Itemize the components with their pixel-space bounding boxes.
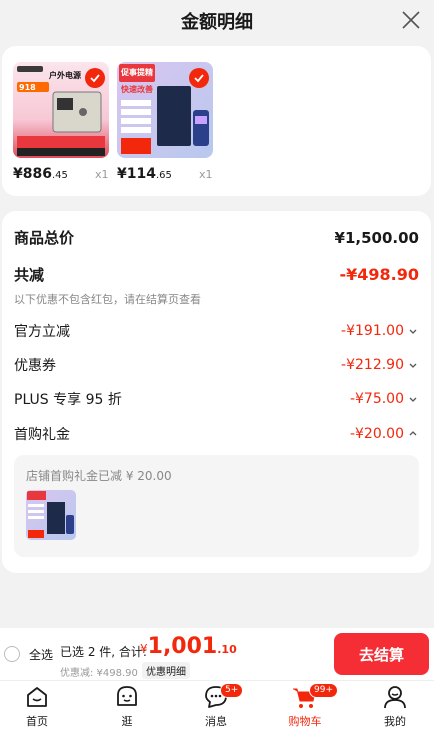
discount-row-coupon[interactable]: 优惠券 -¥212.90	[14, 355, 419, 375]
reduce-note: 以下优惠不包含红包，请在结算页查看	[14, 293, 201, 306]
chevron-down-icon[interactable]	[407, 325, 419, 337]
checkout-total: ¥1,001.10	[140, 634, 237, 659]
discount-value: -¥20.00	[350, 426, 419, 442]
chevron-down-icon[interactable]	[407, 393, 419, 405]
cart-badge: 99+	[309, 683, 338, 698]
reduce-label: 共减	[14, 266, 45, 284]
select-all-label[interactable]: 全选	[29, 646, 53, 663]
tab-messages[interactable]: 5+ 消息	[186, 683, 246, 729]
home-icon	[23, 683, 51, 711]
tab-browse[interactable]: 逛	[97, 683, 157, 729]
header: 金额明细	[0, 0, 434, 42]
discount-row-plus[interactable]: PLUS 专享 95 折 -¥75.00	[14, 389, 419, 409]
price-detail-card: 商品总价 ¥1,500.00 共减 -¥498.90 以下优惠不包含红包，请在结…	[2, 211, 431, 573]
tab-label: 首页	[26, 715, 48, 728]
tab-home[interactable]: 首页	[7, 683, 67, 729]
tab-profile[interactable]: 我的	[365, 683, 425, 729]
selected-check-icon[interactable]	[85, 68, 105, 88]
discount-label: 优惠券	[14, 358, 56, 374]
discount-row-official[interactable]: 官方立减 -¥191.00	[14, 321, 419, 341]
gift-detail-text: 店铺首购礼金已减 ¥ 20.00	[26, 469, 172, 483]
thumb-sub: 快速改善	[121, 84, 153, 94]
tab-label: 购物车	[288, 715, 322, 728]
reduce-value: -¥498.90	[339, 265, 419, 284]
product-image[interactable]: 918 户外电源	[13, 62, 109, 158]
reduce-row: 共减 -¥498.90	[14, 264, 419, 285]
product-price: ¥886.45	[13, 166, 68, 182]
product-item[interactable]: 促事提精 快速改善 ¥114.65 x1	[117, 62, 213, 182]
message-badge: 5+	[220, 683, 244, 698]
product-card: 918 户外电源 ¥886.45 x1 促事提精 快速改善 ¥114.65 x1	[2, 46, 431, 196]
gift-detail-box: 店铺首购礼金已减 ¥ 20.00	[14, 455, 419, 557]
thumb-text: 促事提精	[120, 67, 153, 77]
discount-total: 优惠减: ¥498.90	[60, 668, 138, 679]
tab-label: 逛	[121, 715, 133, 728]
discount-label: 官方立减	[14, 324, 70, 340]
tab-cart[interactable]: 99+ 购物车	[275, 683, 338, 729]
product-item[interactable]: 918 户外电源 ¥886.45 x1	[13, 62, 109, 182]
discount-label: PLUS 专享 95 折	[14, 392, 122, 408]
checkout-bar: 全选 已选 2 件, 合计: ¥1,001.10 优惠减: ¥498.90 优惠…	[0, 628, 434, 680]
total-row: 商品总价 ¥1,500.00	[14, 227, 419, 248]
product-image[interactable]: 促事提精 快速改善	[117, 62, 213, 158]
discount-value: -¥75.00	[350, 391, 419, 407]
discount-value: -¥212.90	[341, 357, 419, 373]
selected-count: 已选 2 件, 合计:	[60, 645, 147, 659]
checkout-button[interactable]: 去结算	[334, 633, 429, 675]
user-icon	[381, 683, 409, 711]
thumb-text: 户外电源	[49, 70, 81, 80]
chevron-down-icon[interactable]	[407, 359, 419, 371]
face-icon	[113, 683, 141, 711]
cart-icon: 99+	[291, 683, 338, 711]
discount-label: 首购礼金	[14, 427, 70, 443]
discount-value: -¥191.00	[341, 323, 419, 339]
selected-check-icon[interactable]	[189, 68, 209, 88]
tab-label: 我的	[384, 715, 406, 728]
product-qty: x1	[199, 168, 213, 181]
bottom-tab-bar: 首页 逛 5+ 消息 99+ 购物车 我的	[0, 680, 434, 739]
total-label: 商品总价	[14, 229, 75, 247]
product-qty: x1	[95, 168, 109, 181]
discount-detail-link[interactable]: 优惠明细	[142, 662, 190, 679]
gift-product-image	[26, 490, 76, 540]
select-all-radio[interactable]	[4, 646, 20, 662]
product-price: ¥114.65	[117, 166, 172, 182]
discount-row-gift[interactable]: 首购礼金 -¥20.00	[14, 424, 419, 444]
thumb-sub: 918	[19, 83, 36, 92]
total-value: ¥1,500.00	[334, 228, 419, 247]
tab-label: 消息	[205, 715, 227, 728]
page-title: 金额明细	[181, 12, 253, 33]
chevron-up-icon[interactable]	[407, 428, 419, 440]
close-icon[interactable]	[400, 9, 422, 31]
chat-icon: 5+	[202, 683, 244, 711]
